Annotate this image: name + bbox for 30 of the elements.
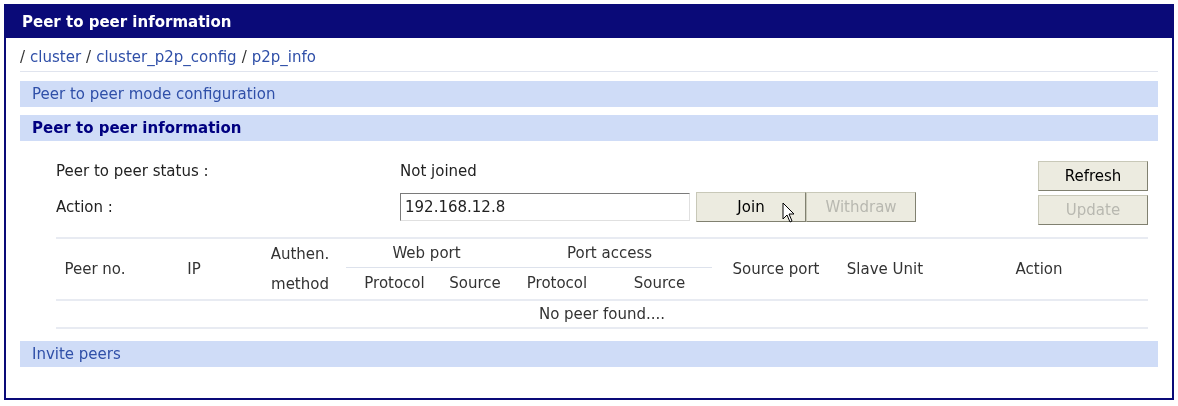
breadcrumb-separator: / [241, 47, 247, 69]
column-header: Source port [731, 259, 821, 280]
breadcrumb-separator: / [86, 47, 92, 69]
column-header: Source [632, 273, 687, 295]
section-header[interactable]: Invite peers [20, 341, 1158, 367]
section-header[interactable]: Peer to peer information [20, 115, 1158, 141]
status-value: Not joined [400, 160, 477, 182]
breadcrumb-link[interactable]: cluster_p2p_config [96, 46, 237, 69]
window-title: Peer to peer information [6, 6, 1172, 38]
column-header: Authen. method [269, 244, 331, 295]
breadcrumb-link[interactable]: p2p_info [251, 46, 316, 69]
column-group-header: Port access [507, 239, 712, 269]
column-group-header: Web port [346, 239, 507, 269]
column-header: Source [448, 273, 502, 295]
status-label: Peer to peer status : [56, 160, 210, 182]
column-header: Protocol [525, 273, 589, 295]
ip-input-field[interactable]: 192.168.12.8 [400, 193, 690, 221]
button[interactable]: Join [696, 192, 806, 222]
column-header: Action [1014, 259, 1064, 280]
column-header: Peer no. [63, 259, 127, 280]
action-label: Action : [56, 196, 114, 218]
column-header: Slave Unit [845, 259, 925, 280]
mouse-cursor-icon [782, 202, 796, 224]
breadcrumb-separator: / [20, 47, 26, 69]
empty-table-message: No peer found.... [538, 303, 666, 325]
column-header: Protocol [363, 273, 426, 295]
breadcrumb-link[interactable]: cluster [30, 46, 82, 69]
section-header[interactable]: Peer to peer mode configuration [20, 81, 1158, 107]
column-header: IP [186, 259, 202, 280]
button[interactable]: Refresh [1038, 161, 1148, 191]
